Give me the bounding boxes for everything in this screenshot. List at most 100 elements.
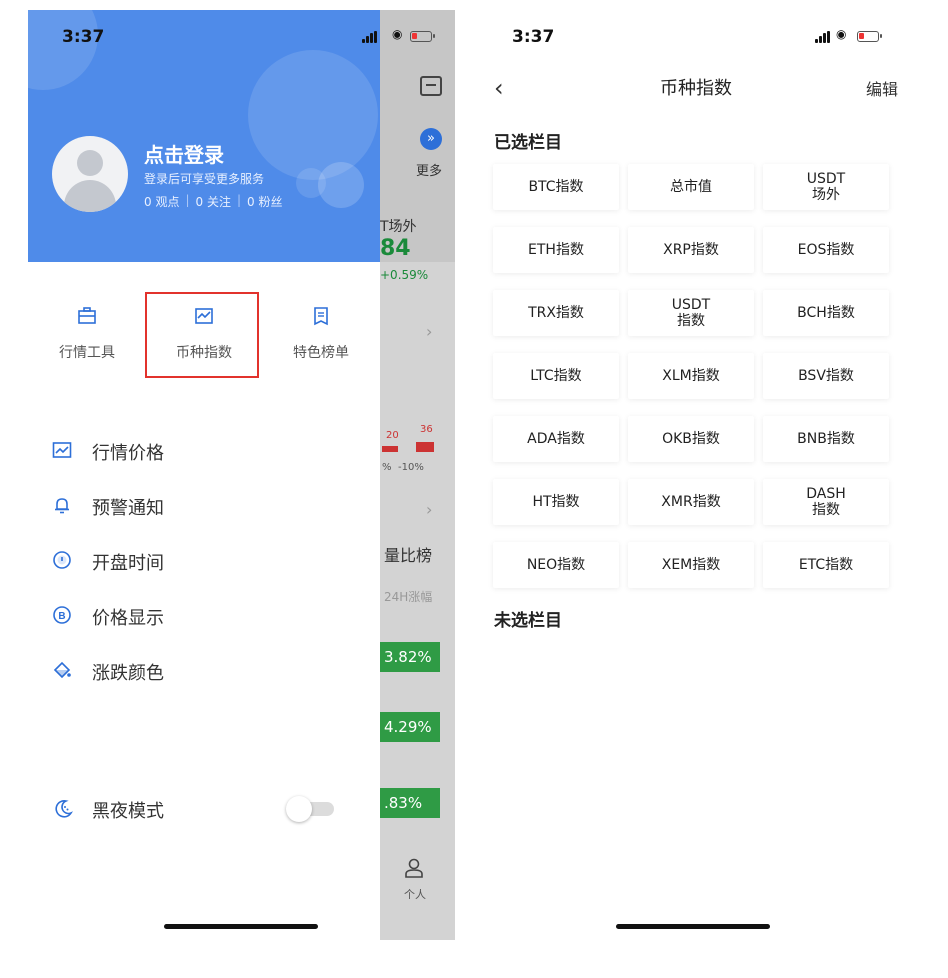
usdt-otc-title: T场外 (380, 219, 417, 235)
usdt-otc-change: +0.59% (380, 268, 429, 282)
right-phone-screen: 3:37 ◉ ‹ 币种指数 编辑 已选栏目 BTC指数 总市值 USDT 场外 ETH… (472, 10, 920, 940)
decor-circle (248, 50, 378, 180)
wifi-icon: ◉ (836, 27, 847, 41)
price-chart-icon (52, 442, 72, 458)
login-subtitle: 登录后可享受更多服务 (144, 172, 265, 186)
bar-value-label: 20 (386, 430, 399, 441)
edit-button[interactable]: 编辑 (866, 76, 898, 100)
bitcoin-coin-icon: B (53, 606, 71, 624)
stats-separator: | (236, 193, 241, 207)
night-mode-label: 黑夜模式 (92, 801, 164, 822)
menu-item-price-display[interactable]: B 价格显示 (28, 595, 380, 635)
follows-count[interactable]: 0 关注 (196, 193, 231, 210)
ribbon-list-icon (314, 307, 328, 326)
login-link[interactable]: 点击登录 (144, 139, 224, 168)
change-badge[interactable]: .83% (380, 788, 440, 818)
side-drawer: 3:37 点击登录 登录后可享受更多服务 0 观点 | 0 关注 | 0 粉丝 (28, 10, 380, 940)
index-item[interactable]: XMR指数 (628, 479, 754, 525)
decor-circle (296, 168, 326, 198)
index-item[interactable]: ADA指数 (493, 416, 619, 462)
menu-item-alert-notice[interactable]: 预警通知 (28, 485, 380, 525)
menu-item-market-price[interactable]: 行情价格 (28, 430, 380, 470)
index-item[interactable]: ETH指数 (493, 227, 619, 273)
decor-circle (28, 10, 98, 90)
profile-tab-label[interactable]: 个人 (404, 886, 426, 902)
menu-item-label: 价格显示 (92, 608, 164, 629)
night-mode-row: 黑夜模式 (28, 790, 380, 830)
change-badge[interactable]: 3.82% (380, 642, 440, 672)
user-stats: 0 观点 | 0 关注 | 0 粉丝 (144, 193, 282, 210)
highlight-box (145, 292, 259, 378)
home-indicator (164, 924, 318, 929)
fans-count[interactable]: 0 粉丝 (247, 193, 282, 210)
paint-bucket-icon (53, 661, 71, 679)
signal-icon (362, 31, 378, 43)
signal-icon (815, 31, 831, 43)
menu-item-label: 行情价格 (92, 443, 164, 464)
chevron-right-icon[interactable]: › (426, 500, 432, 519)
status-time: 3:37 (62, 27, 105, 47)
selected-section-title: 已选栏目 (494, 133, 562, 153)
index-item[interactable]: BNB指数 (763, 416, 889, 462)
usdt-otc-value: 84 (380, 236, 411, 261)
chevron-right-icon[interactable]: › (426, 322, 432, 341)
menu-item-label: 开盘时间 (92, 553, 164, 574)
quick-tool-market-tools[interactable]: 行情工具 (28, 288, 146, 380)
home-indicator (616, 924, 770, 929)
index-item[interactable]: TRX指数 (493, 290, 619, 336)
index-item[interactable]: OKB指数 (628, 416, 754, 462)
bar-value-label: 36 (420, 424, 433, 435)
index-item[interactable]: USDT 场外 (763, 164, 889, 210)
menu-item-label: 涨跌颜色 (92, 663, 164, 684)
pct-label: -10% (398, 462, 424, 473)
svg-text:B: B (58, 611, 65, 622)
bar-mark (416, 442, 434, 452)
stats-separator: | (185, 193, 190, 207)
menu-item-opening-time[interactable]: 开盘时间 (28, 540, 380, 580)
index-item[interactable]: BCH指数 (763, 290, 889, 336)
battery-icon (410, 31, 435, 42)
toolbox-icon (78, 307, 96, 324)
index-item[interactable]: XLM指数 (628, 353, 754, 399)
menu-item-label: 预警通知 (92, 498, 164, 519)
left-phone-screen: » 更多 T场外 84 +0.59% › 20 36 % -10% › 量比榜 … (28, 10, 455, 940)
battery-icon (857, 31, 882, 42)
avatar[interactable] (52, 136, 128, 212)
index-item[interactable]: DASH 指数 (763, 479, 889, 525)
background-page-overlay[interactable]: » 更多 T场外 84 +0.59% › 20 36 % -10% › 量比榜 … (380, 10, 455, 940)
quick-tool-label: 特色榜单 (293, 345, 349, 361)
page-title: 币种指数 (660, 78, 732, 99)
chat-icon[interactable] (420, 76, 442, 96)
index-item[interactable]: BTC指数 (493, 164, 619, 210)
quick-tool-label: 行情工具 (59, 345, 115, 361)
index-item[interactable]: XEM指数 (628, 542, 754, 588)
night-mode-toggle[interactable] (286, 796, 336, 822)
bar-mark (382, 446, 398, 452)
index-item[interactable]: 总市值 (628, 164, 754, 210)
wifi-icon: ◉ (392, 27, 403, 41)
clock-icon (53, 551, 71, 569)
index-item[interactable]: NEO指数 (493, 542, 619, 588)
quick-tool-featured-lists[interactable]: 特色榜单 (262, 288, 380, 380)
index-item[interactable]: ETC指数 (763, 542, 889, 588)
status-time: 3:37 (512, 27, 555, 47)
views-count[interactable]: 0 观点 (144, 193, 179, 210)
menu-item-rise-fall-color[interactable]: 涨跌颜色 (28, 650, 380, 690)
index-item[interactable]: HT指数 (493, 479, 619, 525)
more-chevron-icon[interactable]: » (420, 128, 442, 150)
index-item[interactable]: USDT 指数 (628, 290, 754, 336)
index-item[interactable]: LTC指数 (493, 353, 619, 399)
volume-ratio-rank-title: 量比榜 (384, 546, 433, 565)
more-label: 更多 (416, 164, 443, 179)
bell-icon (55, 498, 69, 514)
index-item[interactable]: XRP指数 (628, 227, 754, 273)
pct-label: % (382, 462, 392, 473)
person-icon[interactable] (404, 858, 424, 878)
unselected-section-title: 未选栏目 (494, 611, 562, 631)
moon-icon (55, 800, 73, 818)
drawer-header: 3:37 点击登录 登录后可享受更多服务 0 观点 | 0 关注 | 0 粉丝 (28, 10, 380, 262)
index-item[interactable]: BSV指数 (763, 353, 889, 399)
24h-change-header: 24H涨幅 (384, 590, 433, 604)
change-badge[interactable]: 4.29% (380, 712, 440, 742)
index-item[interactable]: EOS指数 (763, 227, 889, 273)
